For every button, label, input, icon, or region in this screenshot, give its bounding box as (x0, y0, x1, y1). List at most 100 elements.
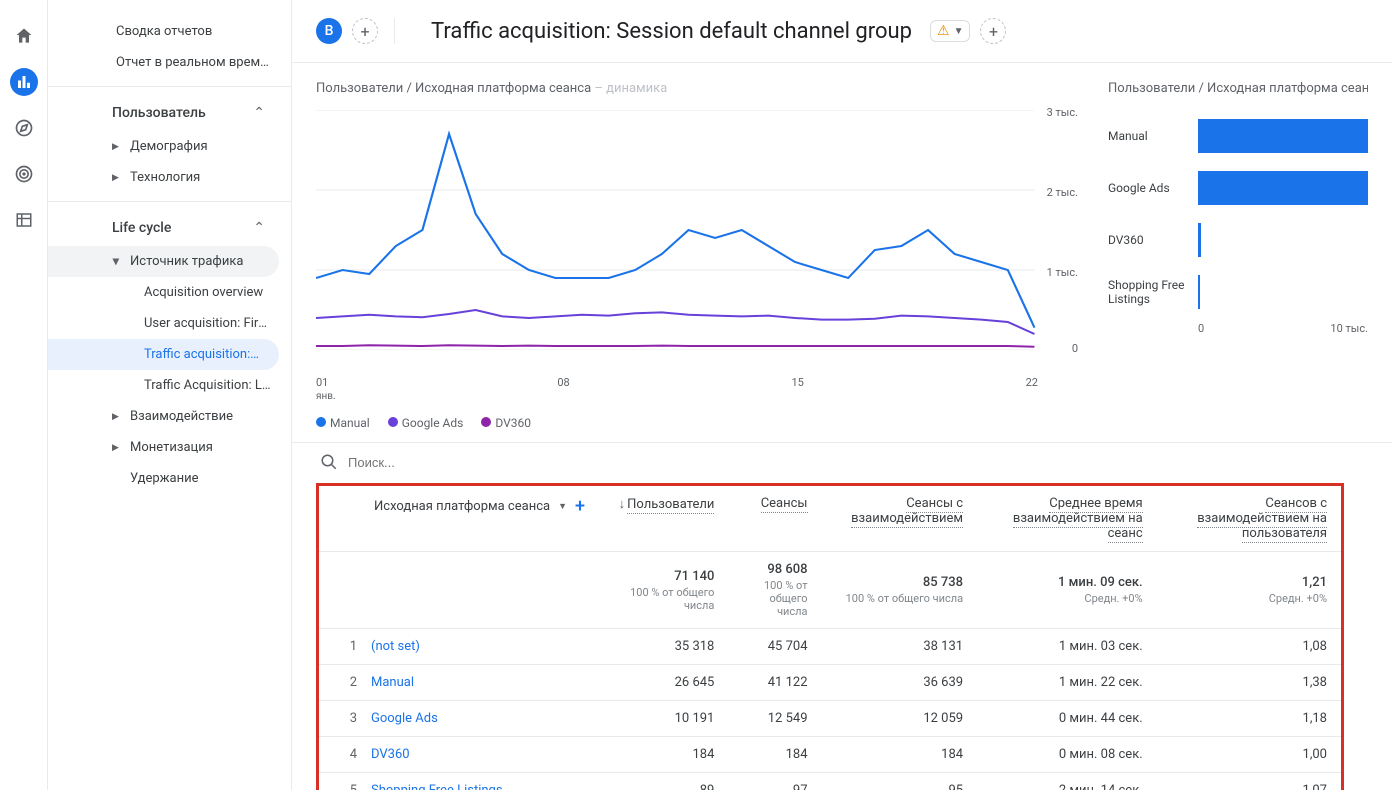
sort-down-icon: ↓ (619, 497, 626, 512)
add-comparison-button[interactable]: + (352, 18, 378, 44)
y-tick: 3 тыс. (1047, 106, 1078, 119)
y-tick: 2 тыс. (1047, 186, 1078, 199)
data-table: Исходная платформа сеанса ▼ + ↓Пользоват… (319, 486, 1341, 790)
table-row[interactable]: 3Google Ads10 19112 54912 0590 мин. 44 с… (319, 701, 1341, 737)
sidebar-item-label: Источник трафика (112, 254, 243, 269)
chevron-down-icon[interactable]: ▼ (558, 501, 567, 512)
table-row[interactable]: 4DV3601841841840 мин. 08 сек.1,00 (319, 737, 1341, 773)
line-chart-title: Пользователи / Исходная платформа сеанса… (316, 81, 1078, 96)
divider (48, 86, 291, 87)
sidebar-item-label: Взаимодействие (112, 409, 233, 424)
chevron-up-icon: ⌃ (253, 220, 265, 236)
data-table-highlight: Исходная платформа сеанса ▼ + ↓Пользоват… (316, 483, 1344, 790)
y-tick: 1 тыс. (1047, 266, 1078, 279)
table-row[interactable]: 5Shopping Free Listings8997952 мин. 14 с… (319, 773, 1341, 790)
chevron-down-icon: ▼ (954, 26, 964, 37)
divider (394, 18, 395, 44)
caret-right-icon: ▶ (112, 412, 119, 422)
sidebar-item-traffic-landing[interactable]: Traffic Acquisition: Landin... (48, 370, 291, 401)
sidebar: Сводка отчетов Отчет в реальном времени … (48, 0, 292, 790)
chart-row: Пользователи / Исходная платформа сеанса… (292, 63, 1392, 442)
bar-label: Manual (1108, 129, 1198, 143)
bar-track (1198, 171, 1368, 205)
col-sessions[interactable]: Сеансы (728, 486, 821, 552)
chart-legend: Manual Google Ads DV360 (316, 402, 1078, 430)
col-sess-per-user[interactable]: Сеансов с взаимодействием на пользовател… (1157, 486, 1341, 552)
warning-dropdown[interactable]: ⚠ ▼ (930, 20, 970, 42)
search-icon (320, 453, 338, 471)
bar-label: Shopping Free Listings (1108, 278, 1198, 306)
warning-icon: ⚠ (937, 23, 950, 39)
col-users[interactable]: ↓Пользователи (599, 486, 728, 552)
sidebar-item-monetization[interactable]: ▶ Монетизация (48, 432, 291, 463)
add-dimension-button[interactable]: + (575, 496, 585, 517)
caret-down-icon: ▶ (110, 258, 120, 265)
explore-icon[interactable] (10, 114, 38, 142)
divider (48, 201, 291, 202)
sidebar-item-acq-overview[interactable]: Acquisition overview (48, 277, 291, 308)
table-row[interactable]: 1(not set)35 31845 70438 1311 мин. 03 се… (319, 629, 1341, 665)
sidebar-item-label: Технология (112, 170, 200, 185)
add-filter-button[interactable]: + (980, 18, 1006, 44)
x-tick: 01 (316, 376, 328, 389)
sidebar-item-engagement[interactable]: ▶ Взаимодействие (48, 401, 291, 432)
sidebar-item-traffic-acq[interactable]: Traffic acquisition: Session... (48, 339, 279, 370)
y-tick: 0 (1072, 342, 1078, 355)
sidebar-group-lifecycle[interactable]: Life cycle ⌃ (48, 210, 291, 246)
bar-chart-title: Пользователи / Исходная платформа сеан (1108, 81, 1368, 96)
content: Пользователи / Исходная платформа сеанса… (292, 63, 1392, 790)
bar-row: DV360 (1108, 214, 1368, 266)
bar-tick: 0 (1198, 322, 1204, 335)
sidebar-item-demography[interactable]: ▶ Демография (48, 131, 291, 162)
col-eng-sessions[interactable]: Сеансы с взаимодействием (822, 486, 978, 552)
x-tick: 22 (1026, 376, 1038, 402)
sidebar-item-realtime[interactable]: Отчет в реальном времени (48, 47, 291, 78)
sidebar-item-technology[interactable]: ▶ Технология (48, 162, 291, 193)
bar-tick: 10 тыс. (1330, 322, 1368, 335)
advertising-icon[interactable] (10, 160, 38, 188)
caret-right-icon: ▶ (112, 443, 119, 453)
avatar[interactable]: В (316, 18, 342, 44)
sidebar-group-label: Пользователь (112, 105, 206, 121)
table-search (292, 442, 1392, 481)
configure-icon[interactable] (10, 206, 38, 234)
bar-row: Google Ads (1108, 162, 1368, 214)
sidebar-item-traffic-source[interactable]: ▶ Источник трафика (48, 246, 279, 277)
home-icon[interactable] (10, 22, 38, 50)
bar-axis: 0 10 тыс. (1108, 322, 1368, 335)
icon-rail (0, 0, 48, 790)
bar-label: DV360 (1108, 233, 1198, 247)
col-avg-time[interactable]: Среднее время взаимодействием на сеанс (977, 486, 1157, 552)
caret-right-icon: ▶ (112, 173, 119, 183)
caret-right-icon: ▶ (112, 142, 119, 152)
legend-dot (481, 417, 491, 427)
page-title: Traffic acquisition: Session default cha… (431, 19, 912, 44)
bar-track (1198, 119, 1368, 153)
summary-row: 71 140100 % от общего числа 98 608100 % … (319, 552, 1341, 629)
table-row[interactable]: 2Manual26 64541 12236 6391 мин. 22 сек.1… (319, 665, 1341, 701)
main-area: В + Traffic acquisition: Session default… (292, 0, 1392, 790)
bar-chart-panel: Пользователи / Исходная платформа сеан M… (1108, 81, 1368, 430)
sidebar-item-label: Демография (112, 139, 208, 154)
line-chart-panel: Пользователи / Исходная платформа сеанса… (316, 81, 1078, 430)
sidebar-group-user[interactable]: Пользователь ⌃ (48, 95, 291, 131)
x-tick: 08 (557, 376, 569, 402)
search-input[interactable] (348, 455, 1364, 470)
x-tick: 15 (791, 376, 803, 402)
bar-row: Shopping Free Listings (1108, 266, 1368, 318)
sidebar-item-summary[interactable]: Сводка отчетов (48, 16, 291, 47)
line-chart: 3 тыс. 2 тыс. 1 тыс. 0 (316, 110, 1078, 370)
sidebar-group-label: Life cycle (112, 220, 171, 236)
bar-label: Google Ads (1108, 181, 1198, 195)
legend-dot (388, 417, 398, 427)
chevron-up-icon: ⌃ (253, 105, 265, 121)
bar-track (1198, 223, 1368, 257)
sidebar-item-user-acq[interactable]: User acquisition: First user ... (48, 308, 291, 339)
bar-track (1198, 275, 1368, 309)
dimension-header[interactable]: Исходная платформа сеанса ▼ + (319, 486, 599, 552)
page-header: В + Traffic acquisition: Session default… (292, 0, 1392, 63)
x-axis: 01янв. 08 15 22 (316, 370, 1078, 402)
sidebar-item-retention[interactable]: Удержание (48, 463, 291, 494)
reports-icon[interactable] (10, 68, 38, 96)
sidebar-item-label: Удержание (112, 471, 199, 486)
